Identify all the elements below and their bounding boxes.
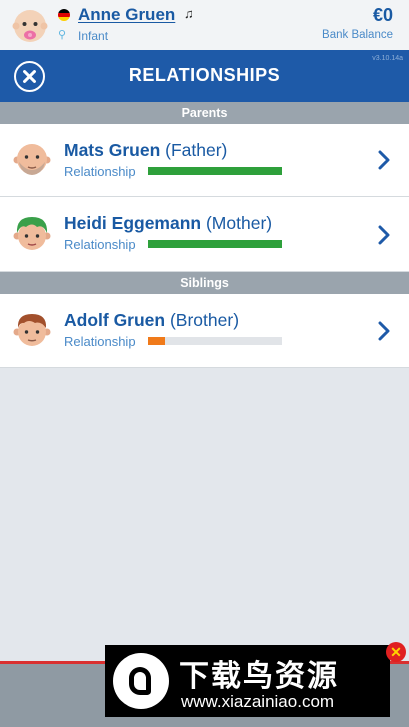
green-hair-woman-face-icon: [13, 217, 51, 250]
ad-close-button[interactable]: ✕: [386, 642, 406, 662]
bank-balance-label: Bank Balance: [322, 29, 393, 41]
chevron-right-icon: [378, 321, 390, 341]
relationship-bar-fill: [148, 167, 282, 175]
relationship-row-father[interactable]: Mats Gruen (Father) Relationship: [0, 124, 409, 197]
relative-name-text: Mats Gruen: [64, 140, 161, 160]
money-amount: €0: [372, 5, 393, 25]
relationship-bar: [148, 167, 282, 175]
chevron-right-icon: [378, 225, 390, 245]
relation-type: (Father): [165, 140, 228, 160]
player-name-link[interactable]: Anne Gruen: [78, 5, 175, 25]
page-title: RELATIONSHIPS: [128, 65, 281, 85]
germany-flag-icon: [58, 9, 70, 21]
relation-type: (Brother): [169, 310, 240, 330]
ad-banner[interactable]: 下载鸟资源 www.xiazainiao.com: [105, 645, 390, 717]
relationship-row-mother[interactable]: Heidi Eggemann (Mother) Relationship: [0, 197, 409, 272]
baby-avatar-icon[interactable]: [12, 8, 48, 44]
ad-url: www.xiazainiao.com: [181, 692, 335, 711]
relative-name-text: Adolf Gruen: [64, 310, 166, 330]
ad-title: 下载鸟资源: [179, 660, 339, 693]
relationship-row-brother[interactable]: Adolf Gruen (Brother) Relationship: [0, 294, 409, 368]
bald-man-face-icon: [13, 144, 51, 175]
life-stage-label: Infant: [78, 29, 109, 43]
relationship-bar-fill: [148, 240, 282, 248]
title-bar: RELATIONSHIPS v3.10.14a: [0, 50, 409, 102]
version-label: v3.10.14a: [372, 55, 403, 62]
relation-type: (Mother): [205, 213, 273, 233]
relative-name: Mats Gruen (Father): [64, 140, 227, 161]
section-header-parents: Parents: [0, 102, 409, 124]
chevron-right-icon: [378, 150, 390, 170]
relationship-bar-fill: [148, 337, 166, 345]
brown-hair-boy-face-icon: [13, 314, 51, 346]
relationship-label: Relationship: [64, 164, 136, 179]
relative-name: Heidi Eggemann (Mother): [64, 213, 272, 234]
section-header-siblings: Siblings: [0, 272, 409, 294]
relative-name-text: Heidi Eggemann: [64, 213, 202, 233]
relative-name: Adolf Gruen (Brother): [64, 310, 239, 331]
relationship-label: Relationship: [64, 334, 136, 349]
bird-logo-icon: [113, 653, 169, 709]
music-note-icon: ♫: [184, 6, 194, 21]
relationship-bar: [148, 240, 282, 248]
bottle-icon: ⚲: [58, 29, 67, 41]
status-header: Anne Gruen ♫ ⚲ Infant €0 Bank Balance: [0, 0, 409, 50]
relationship-bar: [148, 337, 282, 345]
relationship-label: Relationship: [64, 237, 136, 252]
